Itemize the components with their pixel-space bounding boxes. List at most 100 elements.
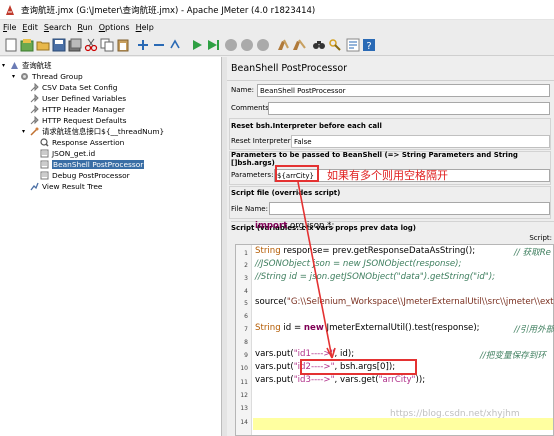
code-line-11: vars.put("id1---->", id); bbox=[255, 349, 354, 359]
menu-search[interactable]: Search bbox=[44, 23, 71, 32]
menu-run[interactable]: Run bbox=[77, 23, 92, 32]
open-icon[interactable] bbox=[36, 38, 50, 52]
tree-item-json-extractor[interactable]: JSON_get.id bbox=[40, 148, 95, 159]
tree-expand-toggle[interactable]: ▾ bbox=[12, 73, 20, 80]
assertion-icon bbox=[40, 138, 49, 147]
tree-item-csv-data-set-config[interactable]: CSV Data Set Config bbox=[30, 82, 117, 93]
code-token: source( bbox=[255, 297, 287, 307]
code-line-4: //JSONObject json = new JSONObject(respo… bbox=[255, 259, 462, 269]
search-icon[interactable] bbox=[312, 38, 326, 52]
menu-options[interactable]: Options bbox=[99, 23, 130, 32]
config-icon bbox=[30, 116, 39, 125]
tree-item-beanshell-postprocessor[interactable]: BeanShell PostProcessor bbox=[40, 159, 145, 170]
test-plan-tree: ▾ 查询航班 ▾ Thread Group CSV Data Set Confi… bbox=[0, 57, 222, 436]
stop-icon[interactable] bbox=[224, 38, 238, 52]
tree-expand-toggle[interactable]: ▾ bbox=[22, 128, 30, 135]
line-number-gutter: 1 2 3 4 5 6 7 8 9 10 11 12 13 14 bbox=[236, 245, 252, 435]
tree-item-view-result-tree[interactable]: View Result Tree bbox=[30, 181, 102, 192]
tree-item-label: User Defined Variables bbox=[42, 94, 127, 103]
code-line-5: //String id = json.getJSONObject("data")… bbox=[255, 272, 496, 282]
type-token: String bbox=[255, 246, 281, 256]
tree-item-label: Thread Group bbox=[32, 72, 83, 81]
code-token: , id); bbox=[334, 349, 355, 359]
tree-item-test-plan[interactable]: ▾ 查询航班 bbox=[2, 60, 52, 71]
tree-item-label: 查询航班 bbox=[22, 61, 52, 70]
menu-help[interactable]: Help bbox=[136, 23, 154, 32]
tree-item-label: HTTP Request Defaults bbox=[42, 116, 127, 125]
start-icon[interactable] bbox=[190, 38, 204, 52]
annotation-text: 如果有多个则用空格隔开 bbox=[327, 169, 448, 182]
clear-all-icon[interactable] bbox=[292, 38, 306, 52]
remote-stop-icon[interactable] bbox=[256, 38, 270, 52]
comments-label: Comments: bbox=[231, 104, 272, 112]
code-comment-11: //把变量保存到环 bbox=[480, 351, 546, 361]
string-token: "id3---->" bbox=[293, 375, 335, 385]
annotation-params-box bbox=[275, 165, 319, 182]
comments-field[interactable] bbox=[268, 102, 550, 115]
help-icon[interactable]: ? bbox=[362, 38, 376, 52]
code-token: response= prev.getResponseDataAsString()… bbox=[280, 246, 476, 256]
code-line-7: source("G:\\Selenium_Workspace\\JmeterEx… bbox=[255, 297, 554, 307]
reset-interpreter-select[interactable]: False bbox=[291, 135, 550, 148]
keyword-token: new bbox=[303, 323, 324, 333]
new-icon[interactable] bbox=[4, 38, 18, 52]
reset-section-title: Reset bsh.Interpreter before each call bbox=[231, 122, 382, 130]
toggle-icon[interactable] bbox=[168, 38, 182, 52]
code-token: vars.put( bbox=[255, 362, 294, 372]
code-token: JmeterExternalUtil().test(response); bbox=[323, 323, 480, 333]
function-helper-icon[interactable] bbox=[346, 38, 360, 52]
code-line-3: String response= prev.getResponseDataAsS… bbox=[255, 246, 475, 256]
menu-edit[interactable]: Edit bbox=[22, 23, 38, 32]
annotation-bsh-args-box bbox=[300, 359, 417, 375]
menu-file[interactable]: File bbox=[3, 23, 16, 32]
tree-item-debug-postprocessor[interactable]: Debug PostProcessor bbox=[40, 170, 130, 181]
code-line-9: String id = new JmeterExternalUtil().tes… bbox=[255, 323, 480, 333]
tree-item-response-assertion[interactable]: Response Assertion bbox=[40, 137, 124, 148]
line-number: 7 bbox=[244, 326, 248, 333]
string-token: "id1---->" bbox=[293, 349, 335, 359]
code-line-13: vars.put("id3---->", vars.get("arrCity")… bbox=[255, 375, 425, 385]
tree-item-label: Debug PostProcessor bbox=[52, 171, 130, 180]
tree-item-http-request-defaults[interactable]: HTTP Request Defaults bbox=[30, 115, 127, 126]
tree-item-thread-group[interactable]: ▾ Thread Group bbox=[12, 71, 83, 82]
save-icon[interactable] bbox=[52, 38, 66, 52]
keyword-token: import bbox=[255, 221, 288, 231]
file-name-field[interactable] bbox=[269, 202, 550, 215]
tree-item-http-header-manager[interactable]: HTTP Header Manager bbox=[30, 104, 125, 115]
extractor-icon bbox=[40, 149, 49, 158]
tree-item-sampler[interactable]: ▾ 请求航班信息接口${__threadNum} bbox=[22, 126, 164, 137]
save-as-icon[interactable] bbox=[68, 38, 82, 52]
tree-expand-toggle[interactable]: ▾ bbox=[2, 62, 10, 69]
type-token: String bbox=[255, 323, 281, 333]
templates-icon[interactable] bbox=[20, 38, 34, 52]
tree-item-label: Response Assertion bbox=[52, 138, 125, 147]
expand-icon[interactable] bbox=[136, 38, 150, 52]
config-icon bbox=[30, 94, 39, 103]
start-no-pauses-icon[interactable] bbox=[206, 38, 220, 52]
copy-icon[interactable] bbox=[100, 38, 114, 52]
sampler-icon bbox=[30, 127, 39, 136]
tree-item-label: 请求航班信息接口${__threadNum} bbox=[42, 127, 165, 136]
code-line-1: import org.json.*; bbox=[255, 221, 334, 231]
line-number: 5 bbox=[244, 300, 248, 307]
collapse-icon[interactable] bbox=[152, 38, 166, 52]
tree-item-user-defined-variables[interactable]: User Defined Variables bbox=[30, 93, 126, 104]
cut-icon[interactable] bbox=[84, 38, 98, 52]
code-token: vars.put( bbox=[255, 349, 294, 359]
string-token: "arrCity" bbox=[378, 375, 416, 385]
watermark: https://blog.csdn.net/xhyjhm bbox=[390, 409, 520, 419]
tree-item-label: JSON_get.id bbox=[52, 149, 96, 158]
file-name-label: File Name: bbox=[231, 205, 268, 213]
clear-icon[interactable] bbox=[276, 38, 290, 52]
config-icon bbox=[30, 83, 39, 92]
test-plan-icon bbox=[11, 62, 18, 69]
reset-search-icon[interactable] bbox=[328, 38, 342, 52]
window-title: 查询航班.jmx (G:\Jmeter\查询航班.jmx) - Apache J… bbox=[21, 5, 316, 16]
shutdown-icon[interactable] bbox=[240, 38, 254, 52]
paste-icon[interactable] bbox=[116, 38, 130, 52]
line-number: 1 bbox=[244, 250, 248, 257]
name-field[interactable]: BeanShell PostProcessor bbox=[257, 84, 550, 97]
code-comment-9: //引用外部 bbox=[514, 325, 554, 335]
line-number: 13 bbox=[240, 405, 248, 412]
tree-item-label: HTTP Header Manager bbox=[42, 105, 125, 114]
